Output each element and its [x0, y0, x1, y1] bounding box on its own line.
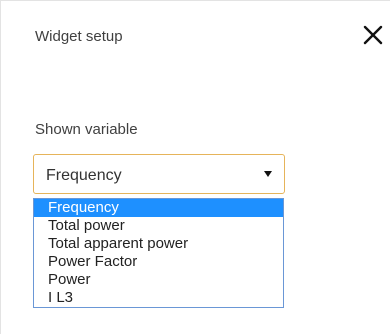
dropdown-arrow-icon — [264, 171, 272, 177]
dialog-title: Widget setup — [35, 28, 123, 45]
select-value: Frequency — [46, 167, 122, 184]
option-total-power[interactable]: Total power — [34, 217, 283, 235]
option-power[interactable]: Power — [34, 271, 283, 289]
shown-variable-options: Frequency Total power Total apparent pow… — [33, 198, 284, 308]
shown-variable-label: Shown variable — [35, 121, 138, 138]
close-button[interactable] — [361, 23, 385, 47]
option-i-l3[interactable]: I L3 — [34, 289, 283, 307]
option-power-factor[interactable]: Power Factor — [34, 253, 283, 271]
shown-variable-select[interactable]: Frequency — [33, 154, 285, 194]
widget-setup-dialog: Widget setup Shown variable Frequency Fr… — [0, 0, 390, 334]
option-frequency[interactable]: Frequency — [34, 199, 283, 217]
option-total-apparent-power[interactable]: Total apparent power — [34, 235, 283, 253]
close-icon — [363, 25, 383, 45]
